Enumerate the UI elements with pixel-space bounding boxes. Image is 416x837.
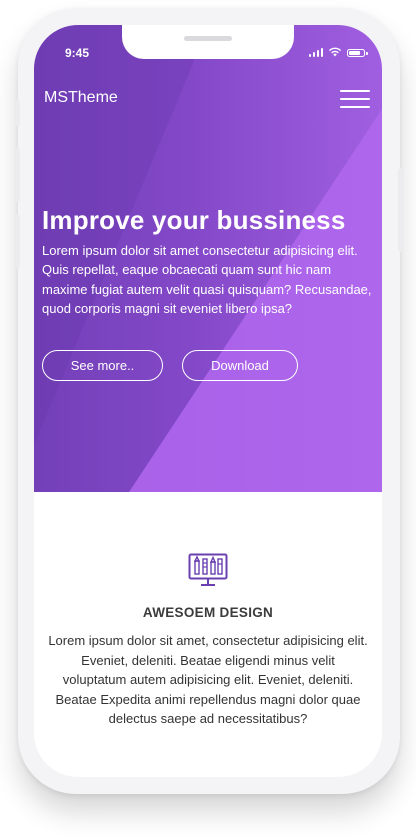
phone-notch [122,25,294,59]
phone-mockup: 9:45 MSTheme Improve your bussiness Lore… [14,8,404,794]
phone-power-button [398,168,404,252]
design-monitor-icon [188,553,228,586]
phone-volume-up-button [14,148,20,202]
hero-description: Lorem ipsum dolor sit amet consectetur a… [42,243,372,317]
signal-icon [308,47,323,57]
wifi-icon [328,47,342,57]
feature-description: Lorem ipsum dolor sit amet, consectetur … [48,633,368,727]
page: 9:45 MSTheme Improve your bussiness Lore… [0,0,416,837]
hero-section: 9:45 MSTheme Improve your bussiness Lore… [34,25,382,492]
hero-title: Improve your bussiness [42,205,346,235]
download-button[interactable]: Download [182,350,298,381]
phone-volume-down-button [14,214,20,268]
phone-silent-switch [14,100,20,126]
phone-screen: 9:45 MSTheme Improve your bussiness Lore… [34,25,382,777]
feature-title: AWESOEM DESIGN [142,605,274,620]
see-more-button[interactable]: See more.. [42,350,163,381]
status-icons [308,47,368,57]
hamburger-menu-icon[interactable] [340,89,370,109]
brand-logo-text[interactable]: MSTheme [44,89,118,107]
battery-icon [347,49,368,57]
speaker-grille [184,36,232,41]
status-time: 9:45 [65,46,90,60]
